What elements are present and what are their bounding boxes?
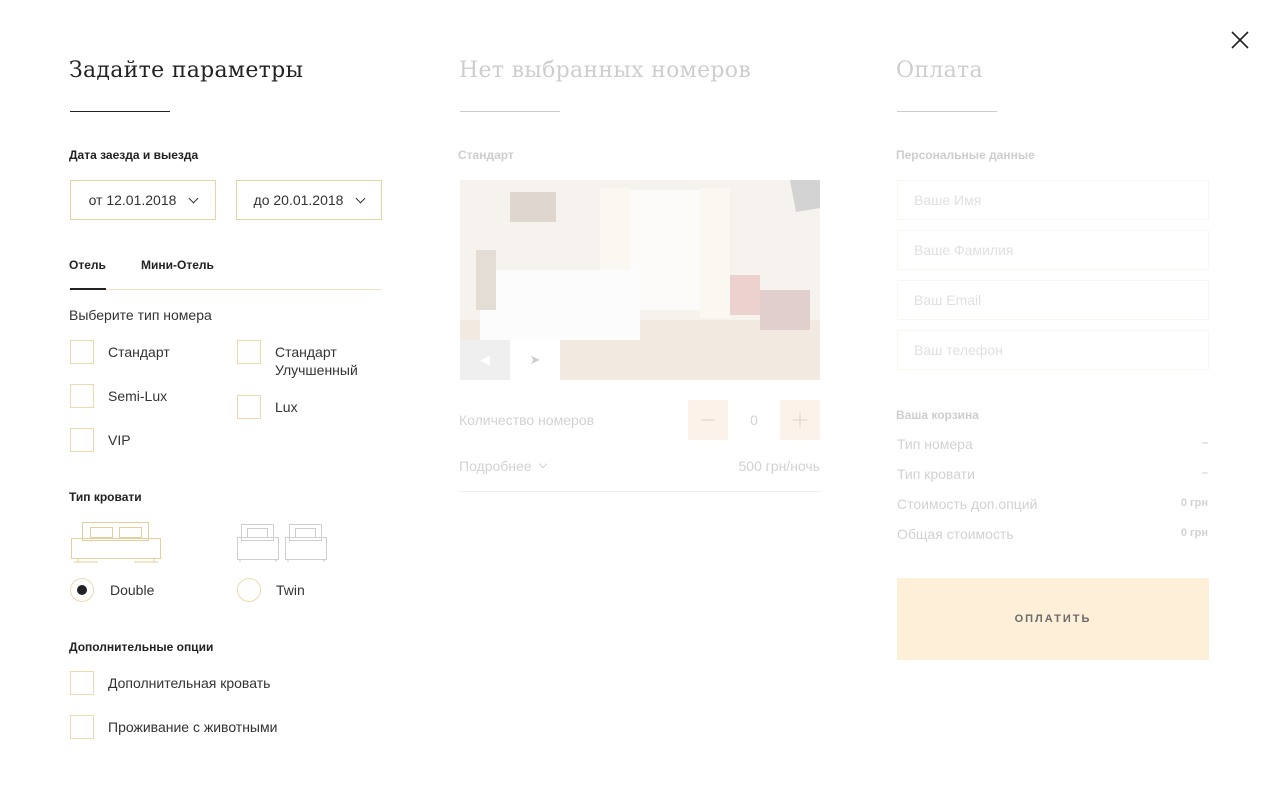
- cart-total-value: 0 грн: [1180, 527, 1208, 539]
- cart-options-cost-value: 0 грн: [1180, 497, 1208, 509]
- checkbox-standard[interactable]: [70, 340, 94, 364]
- double-bed-icon: [71, 522, 161, 563]
- radio-double[interactable]: [70, 578, 94, 602]
- checkbox-extra-bed[interactable]: [70, 671, 94, 695]
- checkbox-lux-label: Lux: [275, 399, 298, 415]
- checkbox-standard-label: Стандарт: [108, 344, 170, 360]
- checkbox-semi-lux-label: Semi-Lux: [108, 388, 168, 404]
- quantity-value: 0: [750, 412, 758, 428]
- details-link-label: Подробнее: [459, 458, 532, 474]
- date-to-select[interactable]: до 20.01.2018: [236, 180, 382, 220]
- radio-twin-label: Twin: [276, 582, 305, 598]
- checkbox-standard-improved[interactable]: [237, 340, 261, 364]
- twin-bed-icon: [237, 524, 327, 562]
- radio-double-label: Double: [110, 582, 155, 598]
- quantity-increase-button[interactable]: [780, 400, 820, 440]
- cart-room-type-value: –: [1201, 437, 1208, 449]
- payment-title-underline: [897, 111, 997, 112]
- payment-title: Оплата: [896, 58, 983, 83]
- first-name-field[interactable]: [897, 180, 1209, 220]
- email-field[interactable]: [897, 280, 1209, 320]
- chevron-down-icon: [356, 193, 366, 203]
- last-name-field[interactable]: [897, 230, 1209, 270]
- quantity-decrease-button[interactable]: [688, 400, 728, 440]
- room-photo: ◀ ➤: [460, 180, 820, 380]
- date-to-value: до 20.01.2018: [253, 192, 344, 208]
- room-divider: [460, 491, 820, 492]
- personal-data-label: Персональные данные: [896, 148, 1035, 162]
- checkbox-semi-lux[interactable]: [70, 384, 94, 408]
- date-from-select[interactable]: от 12.01.2018: [70, 180, 216, 220]
- photo-next-button[interactable]: ➤: [510, 340, 560, 380]
- checkbox-vip-label: VIP: [108, 432, 131, 448]
- params-title-underline: [70, 111, 170, 112]
- cart-total-label: Общая стоимость: [897, 526, 1014, 542]
- cart-options-cost-label: Стоимость доп.опций: [897, 496, 1038, 512]
- checkbox-vip[interactable]: [70, 428, 94, 452]
- arrow-left-icon: ◀: [480, 352, 490, 367]
- room-type-prompt: Выберите тип номера: [69, 307, 212, 323]
- arrow-right-icon: ➤: [529, 352, 541, 367]
- cart-bed-type-value: –: [1201, 467, 1208, 479]
- pay-button[interactable]: ОПЛАТИТЬ: [897, 578, 1209, 660]
- details-link[interactable]: Подробнее: [459, 458, 547, 474]
- date-from-value: от 12.01.2018: [88, 192, 177, 208]
- bed-type-label: Тип кровати: [69, 490, 142, 504]
- tab-mini-hotel[interactable]: Мини-Отель: [141, 258, 214, 272]
- chevron-down-icon: [538, 459, 547, 469]
- cart-label: Ваша корзина: [896, 408, 979, 422]
- checkbox-pets-label: Проживание с животными: [108, 719, 278, 735]
- cart-bed-type-label: Тип кровати: [897, 466, 975, 482]
- params-title: Задайте параметры: [69, 58, 304, 83]
- close-icon: [1231, 31, 1249, 49]
- dates-label: Дата заезда и выезда: [69, 148, 199, 162]
- checkbox-lux[interactable]: [237, 395, 261, 419]
- quantity-label: Количество номеров: [459, 412, 595, 428]
- radio-twin[interactable]: [237, 578, 261, 602]
- cart-room-type-label: Тип номера: [897, 436, 973, 452]
- room-price: 500 грн/ночь: [738, 458, 820, 474]
- phone-field[interactable]: [897, 330, 1209, 370]
- photo-prev-button[interactable]: ◀: [460, 340, 510, 380]
- plus-icon: [793, 413, 807, 427]
- extras-label: Дополнительные опции: [69, 640, 214, 654]
- active-tab-indicator: [70, 288, 106, 290]
- chevron-down-icon: [188, 193, 199, 203]
- rooms-title-underline: [460, 111, 560, 112]
- checkbox-extra-bed-label: Дополнительная кровать: [108, 675, 271, 691]
- minus-icon: [701, 419, 715, 421]
- tabs-divider: [70, 289, 382, 290]
- checkbox-standard-improved-label: Стандарт Улучшенный: [275, 344, 358, 378]
- checkbox-pets[interactable]: [70, 715, 94, 739]
- rooms-title: Нет выбранных номеров: [459, 58, 751, 83]
- tab-hotel[interactable]: Отель: [69, 258, 106, 272]
- close-button[interactable]: [1226, 26, 1254, 54]
- room-name-label: Стандарт: [458, 148, 514, 162]
